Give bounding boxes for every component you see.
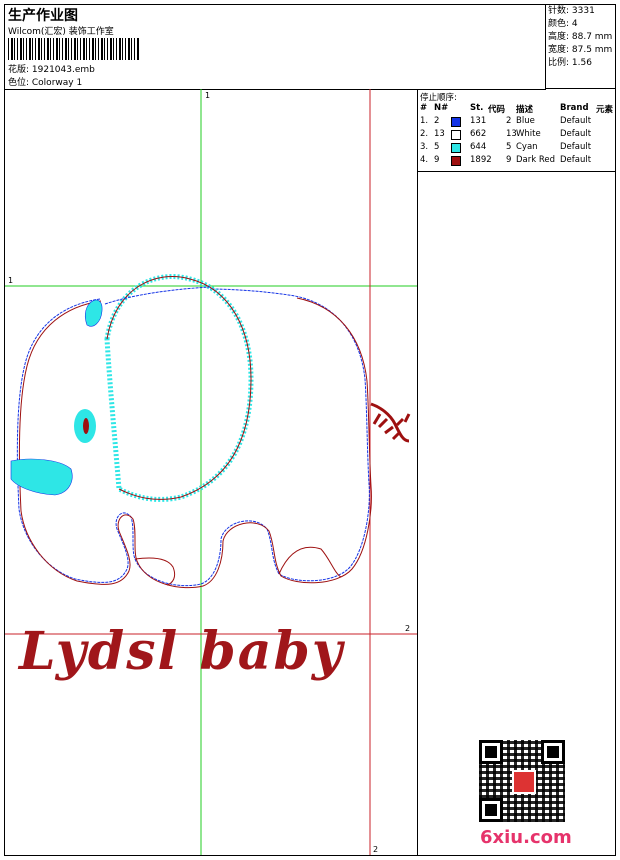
sheet-title: 生产作业图	[8, 8, 78, 24]
qr-logo	[512, 770, 536, 794]
elephant-ear	[104, 274, 254, 502]
elephant-outline	[16, 288, 372, 589]
col-desc: 描述	[516, 105, 534, 115]
row-needle: 9	[434, 155, 440, 165]
axis-label-v1: 1	[205, 91, 211, 100]
col-stitches: St.	[470, 103, 484, 113]
design-lettering: Lydsl baby	[17, 621, 346, 682]
row-needle: 13	[434, 129, 445, 139]
production-sheet: 生产作业图 Wilcom(汇宏) 装饰工作室 花版: 1921043.emb 色…	[4, 4, 616, 856]
qr-finder	[541, 740, 565, 764]
barcode	[8, 38, 140, 60]
row-desc: Blue	[516, 116, 535, 126]
design-stats: 针数: 3331 颜色: 4 高度: 88.7 mm 宽度: 87.5 mm 比…	[545, 5, 615, 89]
design-canvas: Lydsl baby 1 1 2 2	[5, 89, 417, 855]
row-code: 5	[506, 142, 512, 152]
embroidery-preview: Lydsl baby	[5, 89, 417, 855]
color-swatch	[451, 143, 461, 153]
row-desc: Cyan	[516, 142, 538, 152]
studio-name: Wilcom(汇宏) 装饰工作室	[8, 27, 114, 37]
elephant-pupil	[83, 418, 89, 434]
row-index: 2.	[420, 129, 429, 139]
row-needle: 5	[434, 142, 440, 152]
row-brand: Default	[560, 142, 592, 152]
design-width: 宽度: 87.5 mm	[548, 45, 613, 55]
stop-sequence-title: 停止顺序:	[420, 93, 457, 103]
header-info: 生产作业图 Wilcom(汇宏) 装饰工作室 花版: 1921043.emb 色…	[5, 5, 546, 90]
row-desc: White	[516, 129, 541, 139]
qr-code	[479, 740, 565, 822]
row-brand: Default	[560, 155, 592, 165]
row-stitches: 1892	[470, 155, 492, 165]
elephant-tail	[370, 402, 411, 443]
axis-label-h2: 2	[405, 624, 411, 633]
stop-row: 3. 5 644 5 Cyan Default	[420, 142, 614, 154]
col-needle: N#	[434, 103, 449, 113]
col-code: 代码	[488, 105, 506, 115]
row-brand: Default	[560, 116, 592, 126]
row-stitches: 662	[470, 129, 487, 139]
file-name: 花版: 1921043.emb	[8, 65, 95, 75]
colorway: 色位: Colorway 1	[8, 78, 83, 88]
stop-sequence-panel: 停止顺序: # N# St. 代码 描述 Brand 元素 1. 2 131 2 Blu…	[417, 89, 616, 172]
stop-row: 2. 13 662 13 White Default	[420, 129, 614, 141]
row-needle: 2	[434, 116, 440, 126]
stitch-count: 针数: 3331	[548, 6, 595, 16]
color-count: 颜色: 4	[548, 19, 578, 29]
watermark: 6xiu.com	[480, 827, 572, 848]
qr-finder	[479, 740, 503, 764]
row-desc: Dark Red	[516, 155, 556, 165]
color-swatch	[451, 117, 461, 127]
row-index: 1.	[420, 116, 429, 126]
color-swatch	[451, 130, 461, 140]
stop-row: 1. 2 131 2 Blue Default	[420, 116, 614, 128]
axis-label-v2: 2	[373, 845, 379, 854]
row-stitches: 644	[470, 142, 487, 152]
design-height: 高度: 88.7 mm	[548, 32, 613, 42]
axis-label-h1: 1	[8, 276, 14, 285]
col-element: 元素	[596, 105, 614, 115]
stop-row: 4. 9 1892 9 Dark Red Default	[420, 155, 614, 167]
row-code: 9	[506, 155, 512, 165]
row-brand: Default	[560, 129, 592, 139]
row-code: 2	[506, 116, 512, 126]
col-index: #	[420, 103, 428, 113]
qr-finder	[479, 798, 503, 822]
row-stitches: 131	[470, 116, 487, 126]
color-swatch	[451, 156, 461, 166]
row-index: 3.	[420, 142, 429, 152]
design-scale: 比例: 1.56	[548, 58, 592, 68]
row-index: 4.	[420, 155, 429, 165]
col-brand: Brand	[560, 103, 589, 113]
